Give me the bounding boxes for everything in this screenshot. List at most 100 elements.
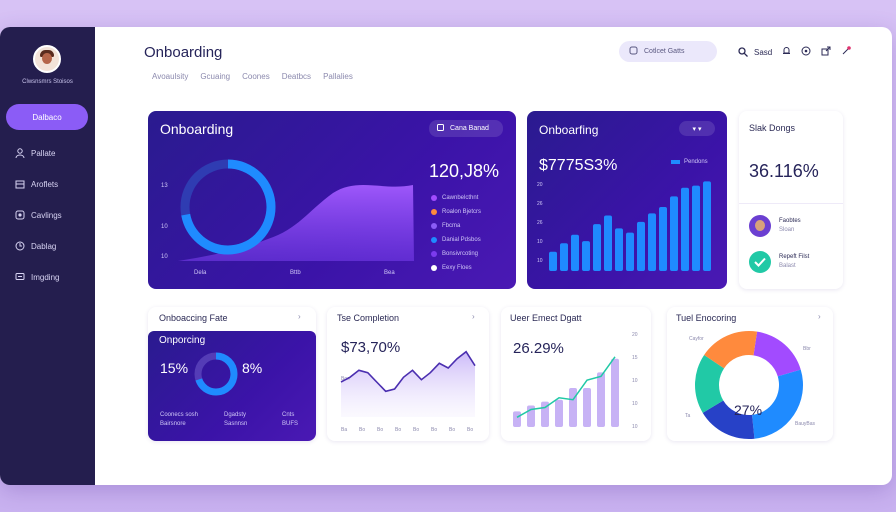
chevron-right-icon[interactable]: › [298,312,301,321]
app-window: Clwsnsmrs Stoisos Dalbaco Pallate Arofle… [0,27,892,485]
completion-area-chart: Boo Ba Bo Bo Bo Bo Bo Bo Bo [340,350,476,433]
legend-item: Roalon Bjetcrs [431,205,481,219]
card-title: Slak Dongs [749,123,796,133]
bar [569,388,577,427]
check-icon [749,251,771,273]
page-title: Onboarding [144,44,223,61]
list-item[interactable]: Faobtes Sloan [749,215,801,237]
chat-icon [15,272,25,282]
list-item-sub: Sloan [779,227,795,233]
legend-dot [431,195,437,201]
search-label: Cotlcet Gatts [644,48,685,55]
tab-activity[interactable]: Avoaulsity [152,72,188,81]
bell-icon[interactable] [782,46,791,58]
tab-policies[interactable]: Pallalies [323,72,353,81]
bar [703,181,711,271]
calendar-icon [15,241,25,251]
bar-chart: 20 26 26 10 10 [537,181,711,271]
bar [555,399,563,427]
avatar-icon [749,215,771,237]
bar [659,207,667,271]
legend-dot [431,223,437,229]
axis-label: Bo [359,427,365,433]
sidebar-item-users[interactable]: Pallate [6,140,88,166]
axis-label: Dela [194,270,207,276]
projects-icon [15,179,25,189]
axis-label: Bo [449,427,455,433]
bar [582,241,590,271]
rate-inner-panel: Onporcing 15% 8% Coonecs sosh Bairsnore D… [148,331,316,441]
list-item-title: Faobtes [779,218,801,224]
axis-label: 10 [632,424,638,430]
help-icon[interactable] [801,46,811,58]
list-item-sub: Balast [779,263,796,269]
rate-footer-item: Dgadsty Sasnnsn [224,412,248,427]
users-icon [15,148,25,158]
search-action-label: Sasd [754,47,773,57]
axis-label: 10 [537,239,543,245]
pie-label: Ta [685,413,691,419]
onboarding-bar-card: Onboarfing ▾ ▾ $7775S3% Pendons 20 26 26 10… [527,111,727,289]
tab-details[interactable]: Deatbcs [282,72,311,81]
list-item[interactable]: Repeft Filst Balast [749,251,809,273]
header-actions: Sasd [738,46,852,58]
side-stats-card: Slak Dongs 36.116% Faobtes Sloan Repeft F… [739,111,843,289]
legend-dot [431,237,437,243]
tab-tracking[interactable]: Gcuaing [200,72,230,81]
axis-label: 20 [632,332,638,338]
user-name: Clwsnsmrs Stoisos [22,79,73,85]
legend-item: Bonsivrcoting [431,247,481,261]
axis-label: Bo [431,427,437,433]
header-search-button[interactable]: Cotlcet Gatts [619,41,717,62]
tab-courses[interactable]: Coones [242,72,270,81]
sidebar-item-label: Aroflets [31,179,59,189]
bar [593,224,601,271]
axis-label: Bo [413,427,419,433]
bar [637,221,645,271]
bar [681,187,689,271]
bar [583,388,591,427]
subnav-tabs: Avoaulsity Gcuaing Coones Deatbcs Pallal… [152,72,353,81]
sidebar-item-dashboard[interactable]: Dalbaco [6,104,88,130]
pie-slice [753,331,801,377]
pie-label: BauyBas [795,421,816,427]
axis-label: 26 [537,220,543,226]
axis-label: 20 [537,182,543,188]
sidebar-item-label: Cavlings [31,210,62,220]
legend-dot [431,265,437,271]
sidebar-item-settings[interactable]: Cavlings [6,202,88,228]
bar [692,185,700,271]
notification-icon[interactable] [841,46,852,58]
search-icon[interactable]: Sasd [738,47,772,57]
sidebar-item-calendar[interactable]: Dablag [6,233,88,259]
legend-item: Danial Pdsbos [431,233,481,247]
filter-icon [629,46,638,57]
axis-label: 13 [161,183,168,189]
sidebar-item-projects[interactable]: Aroflets [6,171,88,197]
bar [626,232,634,271]
axis-label: Bo [467,427,473,433]
encoding-center-value: 27% [734,402,763,418]
pie-label: Cayfor [689,336,704,342]
share-icon[interactable] [821,46,831,58]
sidebar-item-label: Dablag [31,241,57,251]
axis-label: Bo [395,427,401,433]
axis-label: 26 [537,201,543,207]
axis-label: 10 [632,401,638,407]
onboarding-main-card: Onboarding Cana Banad 13 10 10 Dela Bttb… [148,111,516,289]
main-card-legend: Cawnbelcthnt Roalon Bjetcrs Fbcma Danial… [431,191,481,275]
avatar[interactable] [33,45,61,73]
axis-label: 10 [632,378,638,384]
bar [615,228,623,271]
bar [571,234,579,271]
rate-footer-item: Coonecs sosh Bairsnore [160,412,199,427]
bar [560,243,568,271]
bar [611,358,619,427]
list-item-title: Repeft Filst [779,254,810,260]
axis-label: Ba [341,427,347,433]
main-card-value: 120,J8% [429,161,500,181]
engagement-chart: 20 15 10 10 10 [513,332,638,430]
engagement-card: Ueer Emect Dgatt 26.29% 20 15 10 10 10 [501,307,651,441]
sidebar-item-chat[interactable]: Imgding [6,264,88,290]
onboarding-rate-card: Onboaccing Fate › Onporcing 15% 8% Coone… [148,307,316,441]
